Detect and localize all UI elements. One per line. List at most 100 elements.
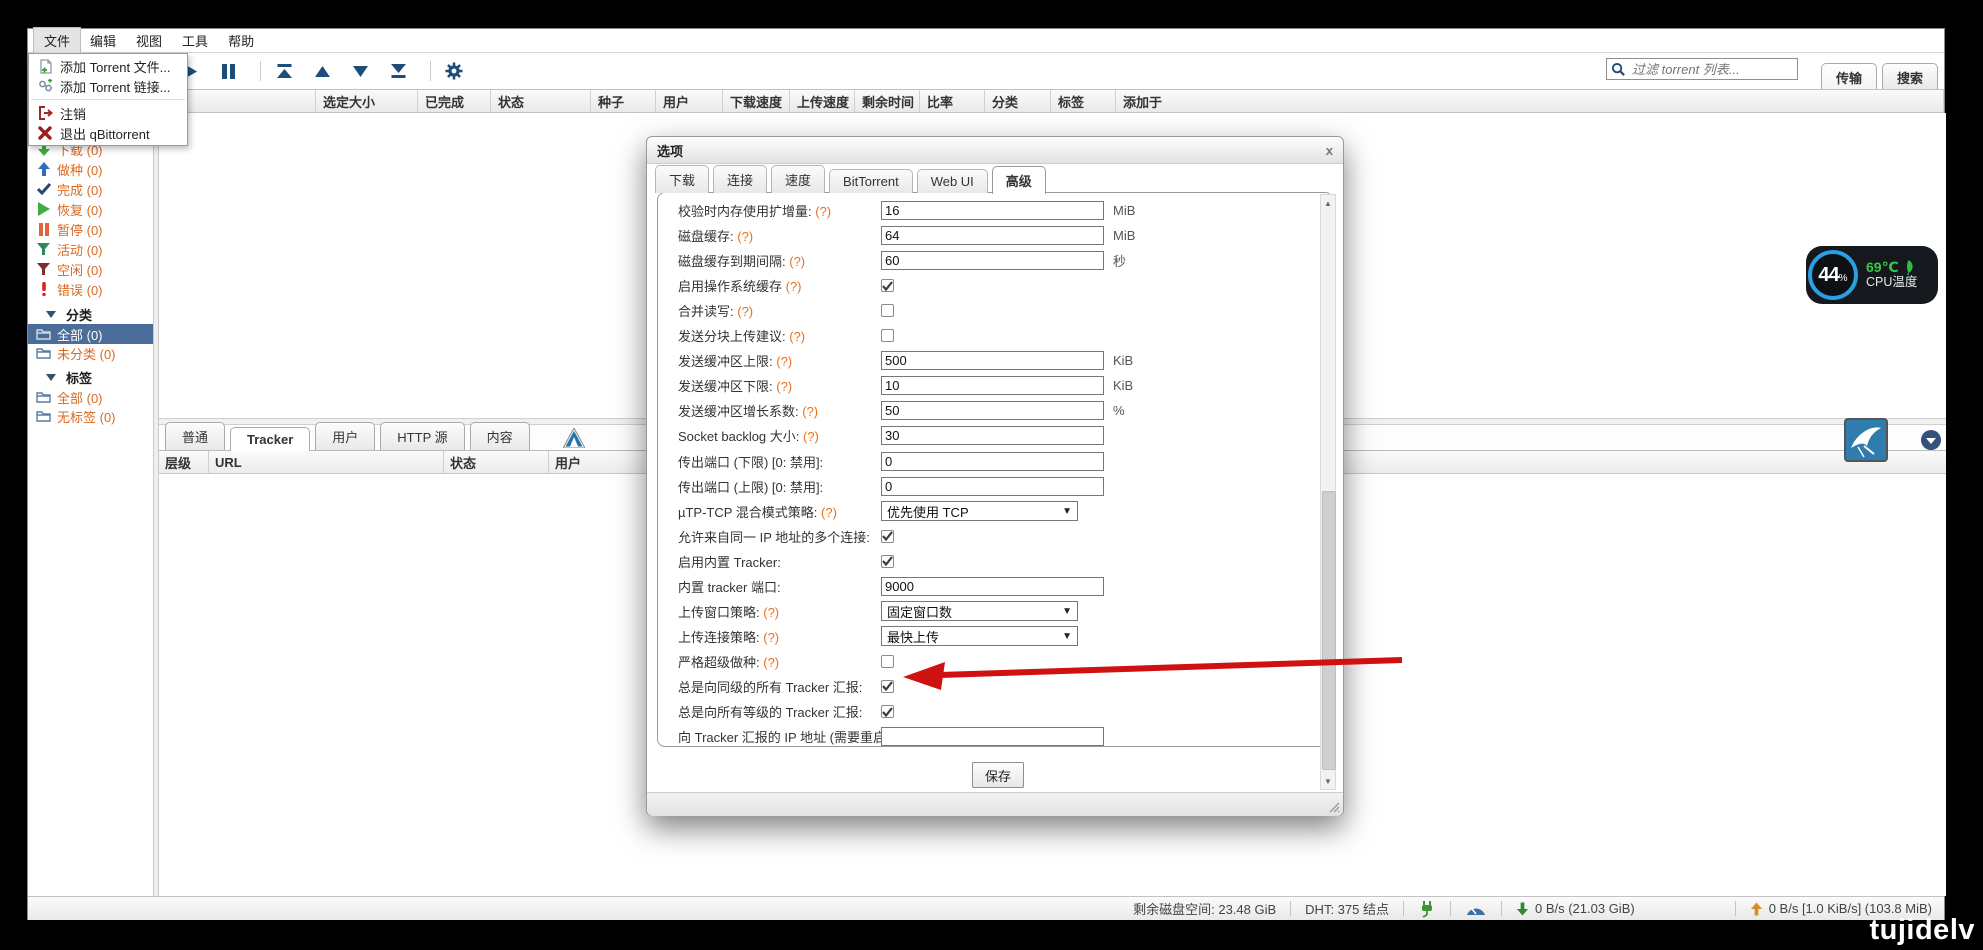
help-link[interactable]: (?) xyxy=(821,505,837,520)
settings-checkbox[interactable] xyxy=(881,329,894,342)
column-剩余时间[interactable]: 剩余时间 xyxy=(855,90,920,112)
menu-item-4[interactable]: 帮助 xyxy=(218,28,264,53)
detail-tab-用户[interactable]: 用户 xyxy=(315,422,375,450)
menu-item-2[interactable]: 视图 xyxy=(126,28,172,53)
menu-item-3[interactable]: 工具 xyxy=(172,28,218,53)
options-tab-BitTorrent[interactable]: BitTorrent xyxy=(829,169,913,193)
dialog-scrollbar[interactable]: ▲ ▼ xyxy=(1320,194,1336,790)
file-menu-item[interactable]: 添加 Torrent 文件... xyxy=(29,56,187,76)
save-button[interactable]: 保存 xyxy=(972,762,1024,788)
sidebar-item-暂停[interactable]: 暂停 (0) xyxy=(28,219,153,239)
settings-checkbox[interactable] xyxy=(881,279,894,292)
connection-status-icon[interactable] xyxy=(1418,900,1436,918)
menu-file[interactable]: 文件 xyxy=(34,28,80,53)
sidebar-item-完成[interactable]: 完成 (0) xyxy=(28,179,153,199)
settings-input[interactable] xyxy=(881,351,1104,370)
move-top-button[interactable] xyxy=(272,59,296,83)
settings-input[interactable] xyxy=(881,727,1104,746)
sidebar-item-做种[interactable]: 做种 (0) xyxy=(28,159,153,179)
sidebar-item-空闲[interactable]: 空闲 (0) xyxy=(28,259,153,279)
detail-tab-Tracker[interactable]: Tracker xyxy=(230,427,310,451)
menu-item-1[interactable]: 编辑 xyxy=(80,28,126,53)
file-menu-item[interactable]: 退出 qBittorrent xyxy=(29,123,187,143)
column-上传速度[interactable]: 上传速度 xyxy=(790,90,855,112)
options-tab-Web UI[interactable]: Web UI xyxy=(917,169,988,193)
column-用户[interactable]: 用户 xyxy=(656,90,723,112)
column-种子[interactable]: 种子 xyxy=(591,90,656,112)
move-bottom-button[interactable] xyxy=(386,59,410,83)
settings-input[interactable] xyxy=(881,401,1104,420)
column-比率[interactable]: 比率 xyxy=(920,90,985,112)
help-link[interactable]: (?) xyxy=(737,229,753,244)
settings-input[interactable] xyxy=(881,477,1104,496)
sidebar-tag-全部[interactable]: 全部 (0) xyxy=(28,387,153,407)
gear-button[interactable] xyxy=(442,59,466,83)
settings-checkbox[interactable] xyxy=(881,705,894,718)
sidebar-header-tag[interactable]: 标签 xyxy=(28,367,153,387)
filter-input[interactable] xyxy=(1630,61,1797,78)
tracker-column-状态[interactable]: 状态 xyxy=(444,451,549,473)
tab-传输[interactable]: 传输 xyxy=(1821,63,1877,91)
collapse-panel-button[interactable] xyxy=(1919,428,1943,452)
help-link[interactable]: (?) xyxy=(763,655,779,670)
dialog-title-bar[interactable]: 选项 x xyxy=(647,137,1343,164)
options-tab-速度[interactable]: 速度 xyxy=(771,165,825,193)
help-link[interactable]: (?) xyxy=(815,204,831,219)
sidebar-item-恢复[interactable]: 恢复 (0) xyxy=(28,199,153,219)
swallow-extension-icon[interactable] xyxy=(1844,418,1888,462)
close-icon[interactable]: x xyxy=(1326,143,1333,158)
settings-select[interactable]: 固定窗口数▼ xyxy=(881,601,1078,621)
settings-input[interactable] xyxy=(881,577,1104,596)
sidebar-category-全部[interactable]: 全部 (0) xyxy=(28,324,153,344)
settings-input[interactable] xyxy=(881,226,1104,245)
column-下载速度[interactable]: 下载速度 xyxy=(723,90,790,112)
help-link[interactable]: (?) xyxy=(789,329,805,344)
column-标签[interactable]: 标签 xyxy=(1051,90,1116,112)
help-link[interactable]: (?) xyxy=(776,379,792,394)
pause-button[interactable] xyxy=(216,59,240,83)
settings-checkbox[interactable] xyxy=(881,555,894,568)
scroll-up-icon[interactable]: ▲ xyxy=(1322,196,1334,210)
sidebar-tag-无标签[interactable]: 无标签 (0) xyxy=(28,406,153,426)
speed-limits-icon[interactable] xyxy=(1465,902,1487,916)
column-选定大小[interactable]: 选定大小 xyxy=(316,90,418,112)
column-已完成[interactable]: 已完成 xyxy=(418,90,491,112)
help-link[interactable]: (?) xyxy=(763,630,779,645)
resize-handle[interactable] xyxy=(1328,801,1340,813)
tracker-column-层级[interactable]: 层级 xyxy=(159,451,209,473)
help-link[interactable]: (?) xyxy=(763,605,779,620)
file-menu-item[interactable]: 注销 xyxy=(29,103,187,123)
settings-checkbox[interactable] xyxy=(881,530,894,543)
help-link[interactable]: (?) xyxy=(776,354,792,369)
help-link[interactable]: (?) xyxy=(803,429,819,444)
settings-checkbox[interactable] xyxy=(881,655,894,668)
help-link[interactable]: (?) xyxy=(802,404,818,419)
sidebar-header-category[interactable]: 分类 xyxy=(28,304,153,324)
tracker-column-URL[interactable]: URL xyxy=(209,451,444,473)
column-添加于[interactable]: 添加于 xyxy=(1116,90,1944,112)
settings-input[interactable] xyxy=(881,201,1104,220)
help-link[interactable]: (?) xyxy=(737,304,753,319)
settings-input[interactable] xyxy=(881,376,1104,395)
settings-checkbox[interactable] xyxy=(881,680,894,693)
help-link[interactable]: (?) xyxy=(789,254,805,269)
column-状态[interactable]: 状态 xyxy=(491,90,591,112)
settings-input[interactable] xyxy=(881,426,1104,445)
file-menu-item[interactable]: 添加 Torrent 链接... xyxy=(29,76,187,96)
settings-checkbox[interactable] xyxy=(881,304,894,317)
settings-select[interactable]: 优先使用 TCP▼ xyxy=(881,501,1078,521)
options-tab-下载[interactable]: 下载 xyxy=(655,165,709,193)
detail-tab-内容[interactable]: 内容 xyxy=(470,422,530,450)
sidebar-item-错误[interactable]: 错误 (0) xyxy=(28,279,153,299)
detail-tab-HTTP 源[interactable]: HTTP 源 xyxy=(380,422,464,450)
options-tab-连接[interactable]: 连接 xyxy=(713,165,767,193)
move-down-button[interactable] xyxy=(348,59,372,83)
settings-input[interactable] xyxy=(881,251,1104,270)
detail-tab-普通[interactable]: 普通 xyxy=(165,422,225,450)
settings-select[interactable]: 最快上传▼ xyxy=(881,626,1078,646)
sidebar-category-未分类[interactable]: 未分类 (0) xyxy=(28,343,153,363)
scrollbar-thumb[interactable] xyxy=(1322,491,1336,770)
options-tab-高级[interactable]: 高级 xyxy=(992,166,1046,194)
help-link[interactable]: (?) xyxy=(786,279,802,294)
settings-input[interactable] xyxy=(881,452,1104,471)
